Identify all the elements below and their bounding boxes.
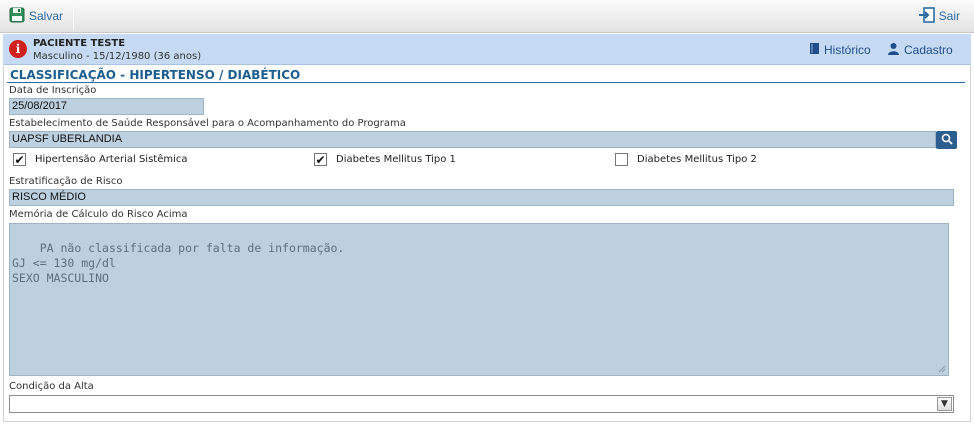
patient-header: i PACIENTE TESTE Masculino - 15/12/1980 … [3, 34, 971, 65]
exit-icon [918, 6, 936, 27]
diabetes-type1-checkbox[interactable]: ✔ Diabetes Mellitus Tipo 1 [314, 153, 456, 166]
history-link[interactable]: Histórico [809, 42, 871, 58]
save-label: Salvar [29, 9, 64, 23]
checkbox-box[interactable]: ✔ [314, 153, 327, 166]
save-button[interactable]: Salvar [8, 4, 63, 28]
section-title: CLASSIFICAÇÃO - HIPERTENSO / DIABÉTICO [10, 68, 301, 82]
risk-field[interactable]: RISCO MÉDIO [9, 189, 954, 206]
history-label: Histórico [824, 43, 871, 57]
risk-label: Estratificação de Risco [9, 176, 123, 187]
exit-label: Sair [938, 9, 960, 23]
establishment-field[interactable]: UAPSF UBERLANDIA [9, 131, 936, 148]
checkbox-label: Diabetes Mellitus Tipo 2 [637, 154, 757, 165]
discharge-label: Condição da Alta [9, 381, 94, 392]
checkbox-label: Diabetes Mellitus Tipo 1 [336, 154, 456, 165]
resize-handle-icon[interactable] [938, 365, 946, 373]
risk-calculation-memo[interactable]: PA não classificada por falta de informa… [9, 223, 949, 376]
info-alert-icon: i [9, 40, 27, 58]
establishment-label: Estabelecimento de Saúde Responsável par… [9, 118, 406, 129]
inscription-date-label: Data de Inscrição [9, 85, 97, 96]
save-icon [8, 6, 26, 27]
search-establishment-button[interactable] [936, 131, 957, 149]
classification-form: CLASSIFICAÇÃO - HIPERTENSO / DIABÉTICO D… [3, 66, 971, 422]
memo-text: PA não classificada por falta de informa… [12, 241, 345, 285]
checkbox-box[interactable] [615, 153, 628, 166]
checkbox-label: Hipertensão Arterial Sistêmica [35, 154, 188, 165]
register-link[interactable]: Cadastro [887, 42, 953, 58]
title-divider [7, 82, 965, 83]
patient-name: PACIENTE TESTE [33, 38, 126, 49]
exit-button[interactable]: Sair [918, 4, 960, 28]
memo-label: Memória de Cálculo do Risco Acima [9, 209, 188, 220]
hypertension-checkbox[interactable]: ✔ Hipertensão Arterial Sistêmica [13, 153, 188, 166]
toolbar: Salvar Sair [0, 0, 974, 33]
search-icon [941, 133, 953, 148]
user-icon [887, 42, 900, 58]
patient-info: Masculino - 15/12/1980 (36 anos) [33, 51, 202, 62]
book-icon [809, 42, 820, 58]
chevron-down-icon[interactable]: ▼ [937, 397, 952, 411]
inscription-date-field[interactable]: 25/08/2017 [9, 98, 204, 115]
discharge-select[interactable]: ▼ [9, 395, 954, 413]
diabetes-type2-checkbox[interactable]: Diabetes Mellitus Tipo 2 [615, 153, 757, 166]
checkbox-box[interactable]: ✔ [13, 153, 26, 166]
toolbar-divider [73, 3, 74, 30]
register-label: Cadastro [904, 43, 953, 57]
